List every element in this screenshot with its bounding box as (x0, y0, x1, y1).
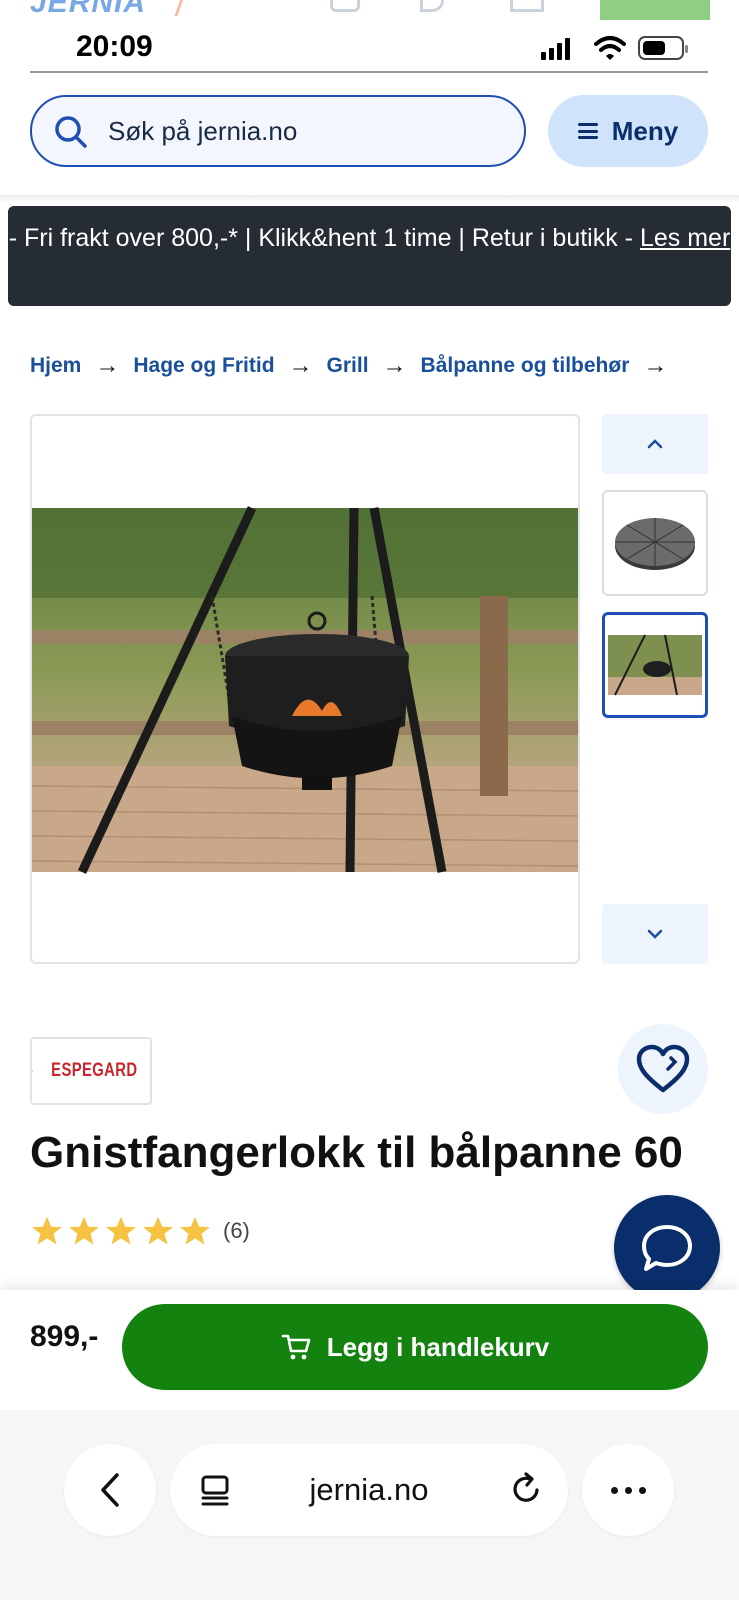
espegard-tree-icon (32, 1070, 34, 1072)
cart-icon (281, 1334, 311, 1360)
chat-button[interactable] (614, 1195, 720, 1301)
site-header-fragment: JERNIA (0, 0, 739, 20)
spark-guard-lid-image (615, 518, 695, 570)
breadcrumb-home[interactable]: Hjem (30, 354, 81, 378)
browser-more-button[interactable] (582, 1444, 674, 1536)
star-icon (180, 1216, 210, 1245)
search-icon (55, 116, 87, 148)
profile-icon[interactable] (510, 0, 544, 12)
chat-header-icon[interactable] (330, 0, 360, 12)
chevron-left-icon (101, 1473, 119, 1507)
product-title: Gnistfangerlokk til bålpanne 60 (30, 1128, 683, 1177)
hamburger-icon (577, 123, 598, 139)
breadcrumb-grill[interactable]: Grill (327, 354, 369, 378)
header-divider (30, 71, 708, 73)
gallery-thumbnail-firepit-selected[interactable] (602, 612, 708, 718)
header-cart-button[interactable] (600, 0, 710, 20)
signal-icon (541, 36, 570, 60)
gallery-thumbnail-lid[interactable] (602, 490, 708, 596)
sticky-buy-bar: 899,- Legg i handlekurv (0, 1290, 739, 1410)
product-price: 899,- (30, 1320, 99, 1353)
arrow-right-icon: → (95, 352, 120, 379)
logo-bolt-icon (174, 0, 196, 16)
star-icon (32, 1216, 62, 1245)
browser-url: jernia.no (309, 1472, 429, 1507)
arrow-right-icon: → (382, 352, 407, 379)
review-count: (6) (223, 1218, 250, 1243)
location-icon[interactable] (420, 0, 444, 12)
reload-icon[interactable] (510, 1472, 542, 1506)
menu-label: Meny (611, 115, 679, 146)
status-bar: 20:09 (0, 20, 739, 72)
gallery-up-button[interactable] (602, 414, 708, 474)
banner-read-more-link[interactable]: Les mer (640, 224, 730, 252)
chat-bubble-icon (642, 1225, 692, 1271)
browser-toolbar: jernia.no (0, 1410, 739, 1600)
battery-icon (638, 36, 688, 60)
brand-name: ESPEGARD (51, 1060, 138, 1081)
chevron-down-icon (647, 929, 663, 939)
shipping-banner: - Fri frakt over 800,-* | Klikk&hent 1 t… (8, 206, 731, 306)
favorite-button[interactable] (618, 1024, 708, 1114)
brand-logo[interactable]: ESPEGARD (30, 1037, 152, 1105)
add-to-cart-label: Legg i handlekurv (326, 1331, 550, 1362)
star-icon (143, 1216, 173, 1245)
breadcrumb: Hjem → Hage og Fritid → Grill → Bålpanne… (30, 350, 739, 382)
banner-text: - Fri frakt over 800,-* | Klikk&hent 1 t… (8, 224, 640, 252)
chevron-up-icon (647, 439, 663, 449)
tabs-icon (201, 1475, 229, 1506)
product-rating[interactable]: (6) (30, 1214, 250, 1248)
search-input[interactable] (108, 111, 508, 151)
status-time: 20:09 (76, 30, 153, 63)
browser-address-bar[interactable]: jernia.no (170, 1444, 568, 1536)
header-shadow (0, 195, 739, 203)
heart-icon (636, 1044, 690, 1093)
fire-pit-photo (32, 506, 578, 874)
wifi-icon (594, 36, 626, 60)
rating-stars (30, 1214, 212, 1248)
menu-button[interactable]: Meny (548, 95, 708, 167)
breadcrumb-fire-pit[interactable]: Bålpanne og tilbehør (421, 354, 630, 378)
product-main-image[interactable] (30, 414, 580, 964)
jernia-logo: JERNIA (30, 0, 147, 19)
search-bar[interactable] (30, 95, 526, 167)
arrow-right-icon: → (643, 352, 668, 379)
star-icon (106, 1216, 136, 1245)
breadcrumb-garden[interactable]: Hage og Fritid (133, 354, 274, 378)
browser-back-button[interactable] (64, 1444, 156, 1536)
add-to-cart-button[interactable]: Legg i handlekurv (122, 1304, 708, 1390)
more-icon (610, 1486, 646, 1494)
fire-pit-thumbnail-image (608, 634, 702, 696)
gallery-down-button[interactable] (602, 904, 708, 964)
star-icon (69, 1216, 99, 1245)
arrow-right-icon: → (288, 352, 313, 379)
